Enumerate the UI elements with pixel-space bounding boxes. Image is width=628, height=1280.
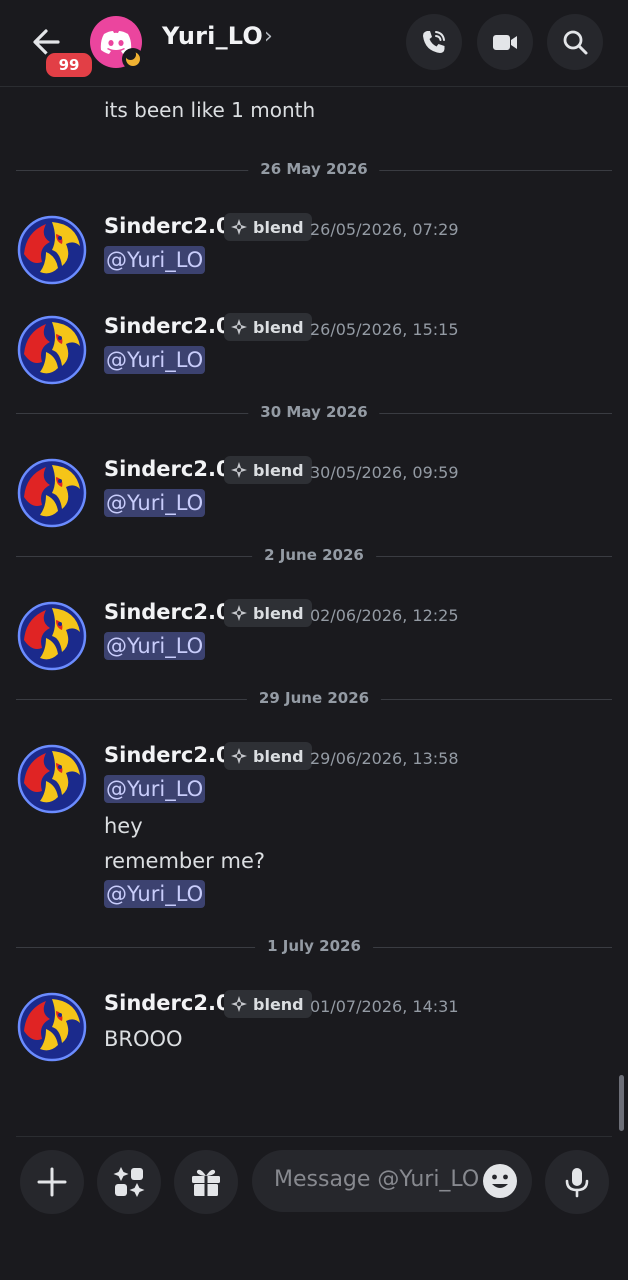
clan-tag-icon	[231, 605, 247, 621]
clan-tag[interactable]: blend	[224, 456, 312, 484]
apps-button[interactable]	[97, 1150, 161, 1214]
clan-tag[interactable]: blend	[224, 599, 312, 627]
search-icon	[563, 30, 588, 55]
chat-title[interactable]: Yuri_LO	[162, 22, 263, 50]
chat-header: 99 Yuri_LO ›	[0, 0, 628, 87]
emoji-icon	[483, 1164, 517, 1198]
dragon-avatar-icon	[17, 458, 87, 528]
clan-tag-label: blend	[253, 317, 304, 337]
date-divider-label: 2 June 2026	[252, 546, 376, 564]
username[interactable]: Sinderc2.0	[104, 314, 231, 338]
gift-icon	[192, 1169, 220, 1196]
video-call-button[interactable]	[477, 14, 533, 70]
clan-tag-icon	[231, 748, 247, 764]
video-camera-icon	[493, 35, 517, 50]
message-timestamp: 26/05/2026, 15:15	[310, 320, 459, 339]
emoji-button[interactable]	[482, 1163, 518, 1199]
previous-message-text: its been like 1 month	[104, 98, 316, 122]
date-divider-label: 26 May 2026	[248, 160, 380, 178]
message-input-placeholder: Message @Yuri_LO	[274, 1167, 480, 1192]
user-mention[interactable]: @Yuri_LO	[104, 880, 206, 908]
message-text: BROOO	[104, 1027, 183, 1051]
user-mention[interactable]: @Yuri_LO	[104, 489, 206, 517]
clan-tag-icon	[231, 319, 247, 335]
dragon-avatar-icon	[17, 315, 87, 385]
date-divider-label: 1 July 2026	[255, 937, 373, 955]
user-mention[interactable]: @Yuri_LO	[104, 775, 206, 803]
date-divider: 1 July 2026	[16, 937, 612, 955]
scrollbar[interactable]	[619, 1075, 624, 1131]
user-avatar[interactable]	[16, 991, 88, 1063]
user-avatar[interactable]	[16, 314, 88, 386]
date-divider: 30 May 2026	[16, 403, 612, 421]
dragon-avatar-icon	[17, 601, 87, 671]
username[interactable]: Sinderc2.0	[104, 600, 231, 624]
message-timestamp: 30/05/2026, 09:59	[310, 463, 459, 482]
message-timestamp: 29/06/2026, 13:58	[310, 749, 459, 768]
dragon-avatar-icon	[17, 992, 87, 1062]
chevron-right-icon[interactable]: ›	[264, 24, 273, 49]
dragon-avatar-icon	[17, 744, 87, 814]
message-input[interactable]: Message @Yuri_LO	[252, 1150, 532, 1212]
phone-call-icon	[423, 31, 445, 53]
username[interactable]: Sinderc2.0	[104, 991, 231, 1015]
date-divider: 29 June 2026	[16, 689, 612, 707]
date-divider: 26 May 2026	[16, 160, 612, 178]
clan-tag-icon	[231, 996, 247, 1012]
clan-tag-label: blend	[253, 746, 304, 766]
clan-tag[interactable]: blend	[224, 742, 312, 770]
message-timestamp: 02/06/2026, 12:25	[310, 606, 459, 625]
search-button[interactable]	[547, 14, 603, 70]
message-text: hey	[104, 814, 143, 838]
status-idle-indicator	[122, 48, 144, 70]
apps-sparkle-icon	[113, 1167, 145, 1197]
plus-icon	[37, 1167, 67, 1197]
dragon-avatar-icon	[17, 215, 87, 285]
clan-tag-label: blend	[253, 994, 304, 1014]
user-avatar[interactable]	[16, 743, 88, 815]
user-avatar[interactable]	[16, 457, 88, 529]
message-text: remember me?	[104, 849, 266, 873]
username[interactable]: Sinderc2.0	[104, 457, 231, 481]
date-divider-label: 30 May 2026	[248, 403, 380, 421]
clan-tag-icon	[231, 462, 247, 478]
date-divider: 2 June 2026	[16, 546, 612, 564]
voice-call-button[interactable]	[406, 14, 462, 70]
clan-tag-label: blend	[253, 460, 304, 480]
gift-button[interactable]	[174, 1150, 238, 1214]
composer-divider	[16, 1136, 612, 1137]
clan-tag-icon	[231, 219, 247, 235]
add-attachment-button[interactable]	[20, 1150, 84, 1214]
user-avatar[interactable]	[16, 214, 88, 286]
date-divider-label: 29 June 2026	[246, 689, 382, 707]
microphone-icon	[565, 1168, 589, 1198]
clan-tag[interactable]: blend	[224, 990, 312, 1018]
username[interactable]: Sinderc2.0	[104, 214, 231, 238]
voice-message-button[interactable]	[545, 1150, 609, 1214]
username[interactable]: Sinderc2.0	[104, 743, 231, 767]
user-mention[interactable]: @Yuri_LO	[104, 632, 206, 660]
clan-tag-label: blend	[253, 217, 304, 237]
clan-tag[interactable]: blend	[224, 213, 312, 241]
unread-badge: 99	[43, 50, 95, 80]
message-timestamp: 01/07/2026, 14:31	[310, 997, 459, 1016]
user-mention[interactable]: @Yuri_LO	[104, 346, 206, 374]
user-mention[interactable]: @Yuri_LO	[104, 246, 206, 274]
message-timestamp: 26/05/2026, 07:29	[310, 220, 459, 239]
user-avatar[interactable]	[16, 600, 88, 672]
clan-tag-label: blend	[253, 603, 304, 623]
clan-tag[interactable]: blend	[224, 313, 312, 341]
